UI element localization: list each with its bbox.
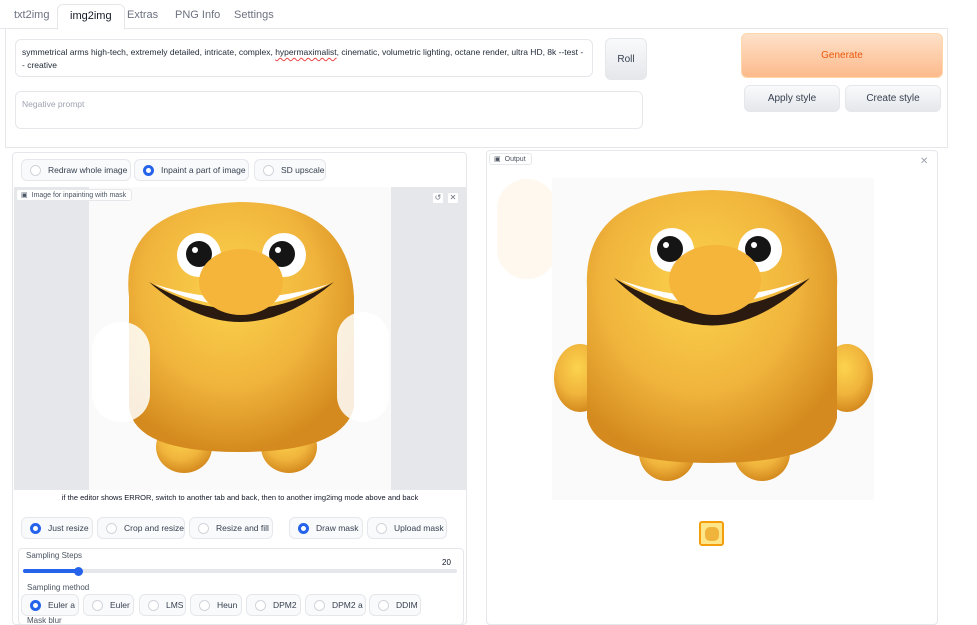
mode-sd-upscale[interactable]: SD upscale (254, 159, 326, 181)
tab-bar: txt2img img2img Extras PNG Info Settings (0, 0, 948, 30)
radio-dot (255, 599, 266, 611)
apply-style-button[interactable]: Apply style (744, 85, 840, 112)
radio-dot-selected (143, 164, 154, 176)
sampler-heun-label: Heun (217, 600, 238, 610)
negative-prompt-placeholder: Negative prompt (22, 99, 85, 109)
tab-txt2img[interactable]: txt2img (2, 4, 61, 29)
sampler-euler[interactable]: Euler (83, 594, 134, 616)
radio-dot (106, 522, 117, 534)
sampling-steps-slider-thumb[interactable] (74, 567, 83, 576)
sampler-dpm2-label: DPM2 (273, 600, 297, 610)
radio-dot-selected (30, 522, 41, 534)
mask-draw-label: Draw mask (316, 523, 359, 533)
radio-dot (263, 164, 274, 176)
prompt-text-start: symmetrical arms high-tech, extremely de… (22, 47, 276, 57)
mode-redraw-whole-image[interactable]: Redraw whole image (21, 159, 131, 181)
resize-fill-label: Resize and fill (216, 523, 269, 533)
resize-crop-and-resize[interactable]: Crop and resize (97, 517, 185, 539)
radio-dot (199, 599, 210, 611)
tab-extras[interactable]: Extras (115, 4, 170, 29)
sampler-euler-a[interactable]: Euler a (21, 594, 79, 616)
radio-dot (148, 599, 159, 611)
prompt-misspelled-word: hypermaximalist (275, 47, 337, 57)
mask-blur-label: Mask blur (27, 616, 62, 625)
mask-draw[interactable]: Draw mask (289, 517, 363, 539)
mask-upload-label: Upload mask (394, 523, 444, 533)
close-icon[interactable]: ✕ (447, 192, 459, 204)
output-panel: ▣ Output ✕ (486, 150, 938, 625)
sampler-ddim[interactable]: DDIM (369, 594, 421, 616)
sampling-steps-slider-fill (23, 569, 78, 573)
output-label: ▣ Output (489, 153, 532, 165)
mode-inpaint-label: Inpaint a part of image (161, 165, 246, 175)
sampler-dpm2[interactable]: DPM2 (246, 594, 301, 616)
tab-settings[interactable]: Settings (222, 4, 286, 29)
sampler-lms-label: LMS (166, 600, 184, 610)
resize-just-resize[interactable]: Just resize (21, 517, 93, 539)
generate-button[interactable]: Generate (741, 33, 943, 78)
mode-sd-upscale-label: SD upscale (281, 165, 325, 175)
sampling-steps-slider[interactable] (23, 569, 457, 573)
prompt-input[interactable]: symmetrical arms high-tech, extremely de… (15, 39, 593, 77)
editor-notice: if the editor shows ERROR, switch to ano… (61, 493, 419, 502)
resize-and-fill[interactable]: Resize and fill (189, 517, 273, 539)
sampling-method-label: Sampling method (27, 583, 90, 592)
mask-upload[interactable]: Upload mask (367, 517, 447, 539)
sampling-steps-value[interactable]: 20 (442, 558, 451, 567)
undo-icon[interactable]: ↺ (432, 192, 444, 204)
radio-dot (378, 599, 389, 611)
radio-dot (30, 164, 41, 176)
roll-button[interactable]: Roll (605, 38, 647, 80)
inpaint-canvas[interactable]: ▣ Image for inpainting with mask ↺ ✕ (14, 187, 466, 490)
sampler-ddim-label: DDIM (396, 600, 418, 610)
mode-inpaint[interactable]: Inpaint a part of image (134, 159, 249, 181)
sampler-euler-a-label: Euler a (48, 600, 75, 610)
inpaint-image-label: ▣ Image for inpainting with mask (16, 189, 133, 201)
output-character-image[interactable] (552, 178, 874, 500)
image-icon: ▣ (21, 192, 28, 199)
create-style-button[interactable]: Create style (845, 85, 941, 112)
thumbnail-character (704, 526, 719, 541)
radio-dot (314, 599, 325, 611)
inpaint-label-text: Image for inpainting with mask (31, 191, 127, 199)
radio-dot (376, 522, 387, 534)
sampler-lms[interactable]: LMS (139, 594, 186, 616)
output-thumbnail[interactable] (699, 521, 724, 546)
sampler-dpm2-a-label: DPM2 a (332, 600, 363, 610)
resize-just-label: Just resize (48, 523, 89, 533)
radio-dot (92, 599, 103, 611)
sampler-heun[interactable]: Heun (190, 594, 242, 616)
inpaint-character-image (89, 187, 391, 490)
radio-dot-selected (30, 599, 41, 611)
image-icon: ▣ (494, 156, 501, 163)
sampler-euler-label: Euler (110, 600, 130, 610)
radio-dot (198, 522, 209, 534)
mode-redraw-label: Redraw whole image (48, 165, 128, 175)
negative-prompt-input[interactable]: Negative prompt (15, 91, 643, 129)
radio-dot-selected (298, 522, 309, 534)
output-label-text: Output (504, 155, 526, 163)
sampling-steps-label: Sampling Steps (23, 551, 86, 560)
sampler-dpm2-a[interactable]: DPM2 a (305, 594, 366, 616)
resize-crop-label: Crop and resize (124, 523, 185, 533)
faded-preview-image (497, 179, 557, 279)
output-close-icon[interactable]: ✕ (920, 156, 928, 167)
